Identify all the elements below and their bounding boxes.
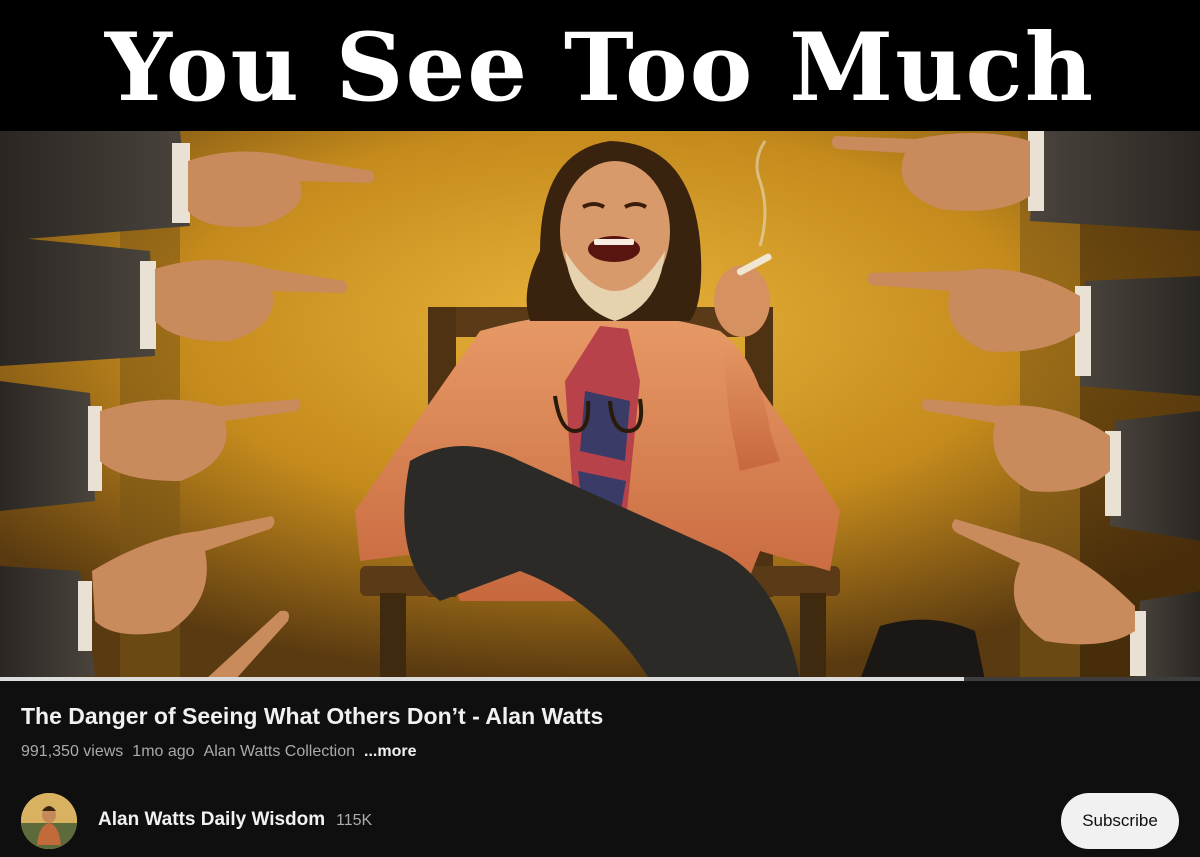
video-meta[interactable]: 991,350 views 1mo ago Alan Watts Collect… <box>21 743 426 761</box>
thumbnail-headline: You See Too Much <box>104 12 1096 123</box>
thumbnail-illustration <box>0 131 1200 680</box>
thumbnail-title-band: You See Too Much <box>0 0 1200 131</box>
channel-avatar[interactable] <box>21 793 77 849</box>
video-thumbnail[interactable]: You See Too Much <box>0 0 1200 680</box>
subscriber-count: 115K <box>336 812 373 829</box>
upload-age: 1mo ago <box>132 743 195 760</box>
channel-name[interactable]: Alan Watts Daily Wisdom <box>98 809 325 831</box>
video-info-panel: The Danger of Seeing What Others Don’t -… <box>0 681 1200 857</box>
view-count: 991,350 views <box>21 743 124 760</box>
subscribe-button[interactable]: Subscribe <box>1061 793 1179 849</box>
channel-row: Alan Watts Daily Wisdom 115K Subscribe <box>21 793 1179 849</box>
video-page: You See Too Much The Danger of Seeing Wh… <box>0 0 1200 857</box>
video-title[interactable]: The Danger of Seeing What Others Don’t -… <box>21 701 603 731</box>
collection-label: Alan Watts Collection <box>203 743 356 760</box>
more-button[interactable]: ...more <box>364 743 416 761</box>
